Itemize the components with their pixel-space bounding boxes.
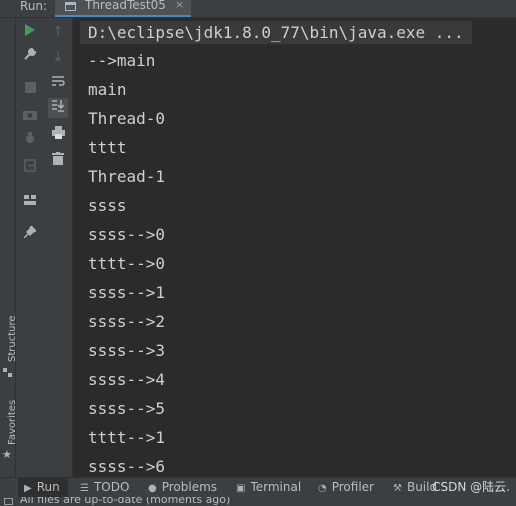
- console-line: Thread-1: [88, 167, 166, 186]
- console-line: -->main: [88, 51, 156, 70]
- terminal-icon: ▣: [236, 483, 246, 494]
- bug-icon: [26, 132, 34, 143]
- print-button[interactable]: [48, 125, 68, 145]
- build-icon: ⚒: [393, 483, 402, 494]
- layout-icon: [24, 195, 36, 205]
- console-line: ssss-->3: [88, 341, 166, 360]
- edit-config-button[interactable]: [20, 47, 40, 67]
- console-line: main: [88, 80, 127, 99]
- tab-todo[interactable]: ☰ TODO: [80, 478, 129, 497]
- tab-todo-label: TODO: [93, 480, 130, 494]
- watermark: CSDN @陆云.: [432, 480, 510, 494]
- tab-title: ThreadTest05: [85, 0, 166, 12]
- scroll-up-button[interactable]: ↑: [48, 22, 68, 42]
- stop-button[interactable]: [20, 79, 40, 99]
- console-line: ssss: [88, 196, 127, 215]
- console-line: ssss-->0: [88, 225, 166, 244]
- tab-terminal[interactable]: ▣ Terminal: [236, 478, 301, 497]
- bottom-tool-bar: ▶ Run ☰ TODO ● Problems ▣ Terminal ◔ Profiler…: [0, 477, 516, 497]
- arrow-up-icon: ↑: [52, 24, 64, 40]
- console-line: Thread-0: [88, 109, 166, 128]
- run-toolbar-primary: [16, 18, 43, 477]
- tab-run-label: Run: [36, 480, 60, 494]
- structure-tool-button[interactable]: Structure: [0, 310, 18, 380]
- profiler-icon: ◔: [318, 483, 327, 494]
- run-panel-label: Run:: [20, 0, 48, 13]
- console-lines: -->main main Thread-0 tttt Thread-1 ssss ssss-…: [88, 50, 165, 477]
- tab-profiler-label: Profiler: [331, 480, 374, 494]
- console-line: ssss-->5: [88, 399, 166, 418]
- soft-wrap-icon: [51, 76, 65, 86]
- wrench-icon: [24, 47, 37, 60]
- status-icon: [4, 498, 13, 505]
- exit-button[interactable]: [20, 158, 40, 178]
- console-line: tttt: [88, 138, 127, 157]
- problems-icon: ●: [148, 483, 157, 494]
- pin-button[interactable]: [20, 224, 40, 244]
- tab-build[interactable]: ⚒ Build: [393, 478, 437, 497]
- exit-icon: [23, 159, 36, 172]
- scroll-to-end-button[interactable]: [48, 98, 68, 118]
- console-output[interactable]: D:\eclipse\jdk1.8.0_77\bin\java.exe ... …: [74, 18, 516, 477]
- camera-icon: [23, 111, 37, 120]
- console-line: ssss-->2: [88, 312, 166, 331]
- status-bar: All files are up-to-date (moments ago): [0, 497, 516, 506]
- status-text: All files are up-to-date (moments ago): [20, 497, 231, 506]
- left-tool-strip: Structure Favorites ★: [0, 18, 18, 477]
- trash-icon: [52, 152, 64, 165]
- console-line: tttt-->0: [88, 254, 166, 273]
- play-icon: [25, 24, 35, 36]
- layout-button[interactable]: [20, 191, 40, 211]
- todo-icon: ☰: [80, 483, 89, 494]
- clear-all-button[interactable]: [48, 151, 68, 171]
- tab-close-icon[interactable]: ×: [175, 0, 184, 11]
- arrow-down-icon: ↓: [52, 49, 64, 65]
- tab-problems[interactable]: ● Problems: [148, 478, 217, 497]
- run-config-icon: [65, 2, 76, 11]
- dump-threads-button[interactable]: [20, 106, 40, 126]
- run-toolbar-secondary: ↑ ↓: [43, 18, 73, 477]
- favorites-tool-button[interactable]: Favorites ★: [0, 393, 18, 468]
- rerun-button[interactable]: [20, 22, 40, 42]
- structure-icon: [3, 368, 12, 377]
- run-tab-bar: Run: ThreadTest05 ×: [0, 0, 516, 18]
- console-line: ssss-->4: [88, 370, 166, 389]
- tab-profiler[interactable]: ◔ Profiler: [318, 478, 374, 497]
- command-line: D:\eclipse\jdk1.8.0_77\bin\java.exe ...: [80, 21, 472, 44]
- tab-terminal-label: Terminal: [250, 480, 302, 494]
- tab-problems-label: Problems: [161, 480, 218, 494]
- stop-icon: [24, 82, 36, 93]
- scroll-to-end-icon: [51, 100, 65, 112]
- printer-icon: [51, 126, 65, 139]
- console-line: ssss-->1: [88, 283, 166, 302]
- restore-layout-button[interactable]: [20, 131, 40, 151]
- tab-threadtest05[interactable]: ThreadTest05 ×: [55, 0, 191, 17]
- run-icon: ▶: [24, 483, 32, 494]
- tab-run[interactable]: ▶ Run: [18, 478, 68, 497]
- console-line: tttt-->1: [88, 428, 166, 447]
- scroll-down-button[interactable]: ↓: [48, 47, 68, 67]
- console-line: ssss-->6: [88, 457, 166, 476]
- star-icon: ★: [2, 448, 12, 461]
- pin-icon: [23, 224, 38, 239]
- soft-wrap-button[interactable]: [48, 73, 68, 93]
